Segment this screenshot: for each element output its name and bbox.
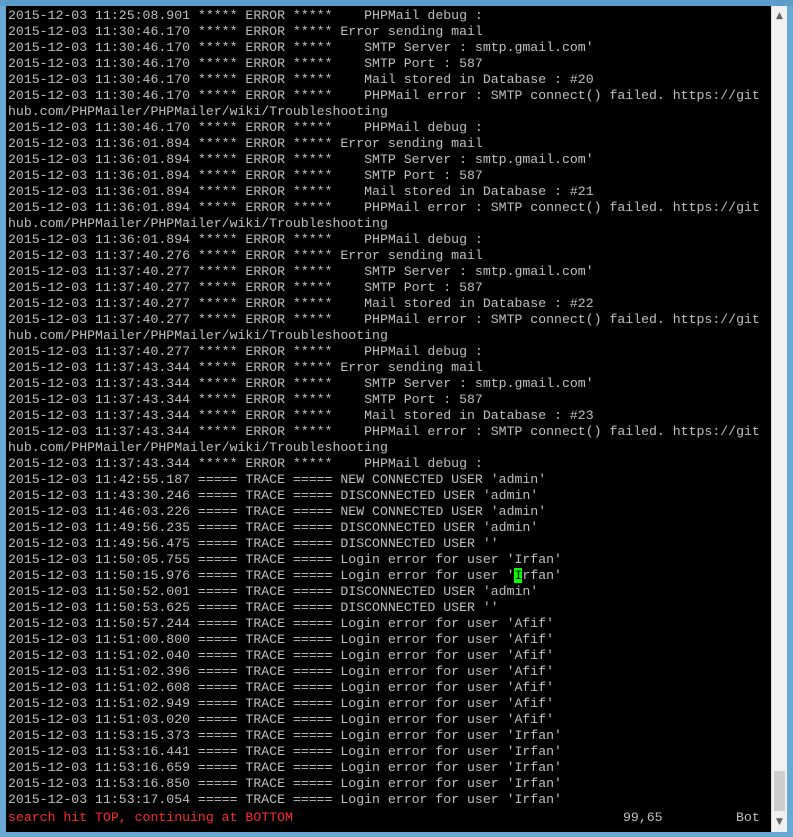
log-line: 2015-12-03 11:50:53.625 ===== TRACE ====…: [8, 600, 499, 615]
log-line: 2015-12-03 11:37:40.277 ***** ERROR ****…: [8, 296, 594, 311]
log-line: 2015-12-03 11:37:40.277 ***** ERROR ****…: [8, 344, 483, 359]
log-line: hub.com/PHPMailer/PHPMailer/wiki/Trouble…: [8, 104, 388, 119]
log-line: 2015-12-03 11:51:03.020 ===== TRACE ====…: [8, 712, 555, 727]
text-cursor: I: [514, 568, 523, 583]
log-line: 2015-12-03 11:37:40.277 ***** ERROR ****…: [8, 312, 760, 327]
log-line: 2015-12-03 11:46:03.226 ===== TRACE ====…: [8, 504, 547, 519]
log-line: 2015-12-03 11:37:43.344 ***** ERROR ****…: [8, 424, 760, 439]
log-line: hub.com/PHPMailer/PHPMailer/wiki/Trouble…: [8, 440, 388, 455]
log-line: 2015-12-03 11:37:40.277 ***** ERROR ****…: [8, 264, 594, 279]
log-line: 2015-12-03 11:50:57.244 ===== TRACE ====…: [8, 616, 555, 631]
log-line: 2015-12-03 11:50:15.976 ===== TRACE ====…: [8, 568, 562, 583]
log-line: 2015-12-03 11:30:46.170 ***** ERROR ****…: [8, 88, 760, 103]
log-line: 2015-12-03 11:50:52.001 ===== TRACE ====…: [8, 584, 539, 599]
log-line: 2015-12-03 11:25:08.901 ***** ERROR ****…: [8, 8, 483, 23]
log-line: 2015-12-03 11:30:46.170 ***** ERROR ****…: [8, 56, 483, 71]
log-line: 2015-12-03 11:49:56.475 ===== TRACE ====…: [8, 536, 499, 551]
cursor-position: 99,65: [623, 810, 663, 825]
log-line: 2015-12-03 11:51:02.040 ===== TRACE ====…: [8, 648, 555, 663]
chevron-down-icon[interactable]: ▼: [772, 814, 787, 830]
terminal-output[interactable]: 2015-12-03 11:25:08.901 ***** ERROR ****…: [8, 8, 772, 828]
log-line: hub.com/PHPMailer/PHPMailer/wiki/Trouble…: [8, 328, 388, 343]
log-line: 2015-12-03 11:51:02.396 ===== TRACE ====…: [8, 664, 555, 679]
search-message: search hit TOP, continuing at BOTTOM: [8, 810, 293, 825]
log-line: 2015-12-03 11:51:02.608 ===== TRACE ====…: [8, 680, 555, 695]
log-line: 2015-12-03 11:51:00.800 ===== TRACE ====…: [8, 632, 555, 647]
log-line: 2015-12-03 11:43:30.246 ===== TRACE ====…: [8, 488, 539, 503]
log-line: 2015-12-03 11:49:56.235 ===== TRACE ====…: [8, 520, 539, 535]
log-line: 2015-12-03 11:51:02.949 ===== TRACE ====…: [8, 696, 555, 711]
log-line: 2015-12-03 11:50:05.755 ===== TRACE ====…: [8, 552, 562, 567]
log-line: 2015-12-03 11:36:01.894 ***** ERROR ****…: [8, 136, 483, 151]
scrollbar-thumb[interactable]: [774, 771, 785, 811]
log-line: 2015-12-03 11:37:40.276 ***** ERROR ****…: [8, 248, 483, 263]
log-line: 2015-12-03 11:30:46.170 ***** ERROR ****…: [8, 40, 594, 55]
chevron-up-icon[interactable]: ▲: [772, 8, 787, 24]
log-line: 2015-12-03 11:36:01.894 ***** ERROR ****…: [8, 232, 483, 247]
log-line: 2015-12-03 11:53:16.850 ===== TRACE ====…: [8, 776, 562, 791]
log-line: 2015-12-03 11:37:43.344 ***** ERROR ****…: [8, 456, 483, 471]
log-line: 2015-12-03 11:36:01.894 ***** ERROR ****…: [8, 168, 483, 183]
log-line: 2015-12-03 11:37:43.344 ***** ERROR ****…: [8, 392, 483, 407]
log-line: 2015-12-03 11:36:01.894 ***** ERROR ****…: [8, 184, 594, 199]
log-line: 2015-12-03 11:42:55.187 ===== TRACE ====…: [8, 472, 547, 487]
log-line: 2015-12-03 11:37:43.344 ***** ERROR ****…: [8, 360, 483, 375]
terminal-window[interactable]: 2015-12-03 11:25:08.901 ***** ERROR ****…: [6, 6, 787, 832]
scroll-indicator: Bot: [736, 810, 760, 825]
vim-status-bar: search hit TOP, continuing at BOTTOM 99,…: [8, 810, 772, 826]
log-line: 2015-12-03 11:37:40.277 ***** ERROR ****…: [8, 280, 483, 295]
log-line: 2015-12-03 11:53:16.659 ===== TRACE ====…: [8, 760, 562, 775]
log-line: 2015-12-03 11:30:46.170 ***** ERROR ****…: [8, 72, 594, 87]
log-line: 2015-12-03 11:36:01.894 ***** ERROR ****…: [8, 152, 594, 167]
log-line: 2015-12-03 11:53:15.373 ===== TRACE ====…: [8, 728, 562, 743]
log-line: 2015-12-03 11:36:01.894 ***** ERROR ****…: [8, 200, 760, 215]
log-line: 2015-12-03 11:37:43.344 ***** ERROR ****…: [8, 376, 594, 391]
log-line: 2015-12-03 11:30:46.170 ***** ERROR ****…: [8, 120, 483, 135]
log-line: 2015-12-03 11:53:16.441 ===== TRACE ====…: [8, 744, 562, 759]
vertical-scrollbar[interactable]: ▲ ▼: [771, 6, 787, 832]
log-line: hub.com/PHPMailer/PHPMailer/wiki/Trouble…: [8, 216, 388, 231]
log-line: 2015-12-03 11:53:17.054 ===== TRACE ====…: [8, 792, 562, 807]
log-line: 2015-12-03 11:30:46.170 ***** ERROR ****…: [8, 24, 483, 39]
log-line: 2015-12-03 11:37:43.344 ***** ERROR ****…: [8, 408, 594, 423]
